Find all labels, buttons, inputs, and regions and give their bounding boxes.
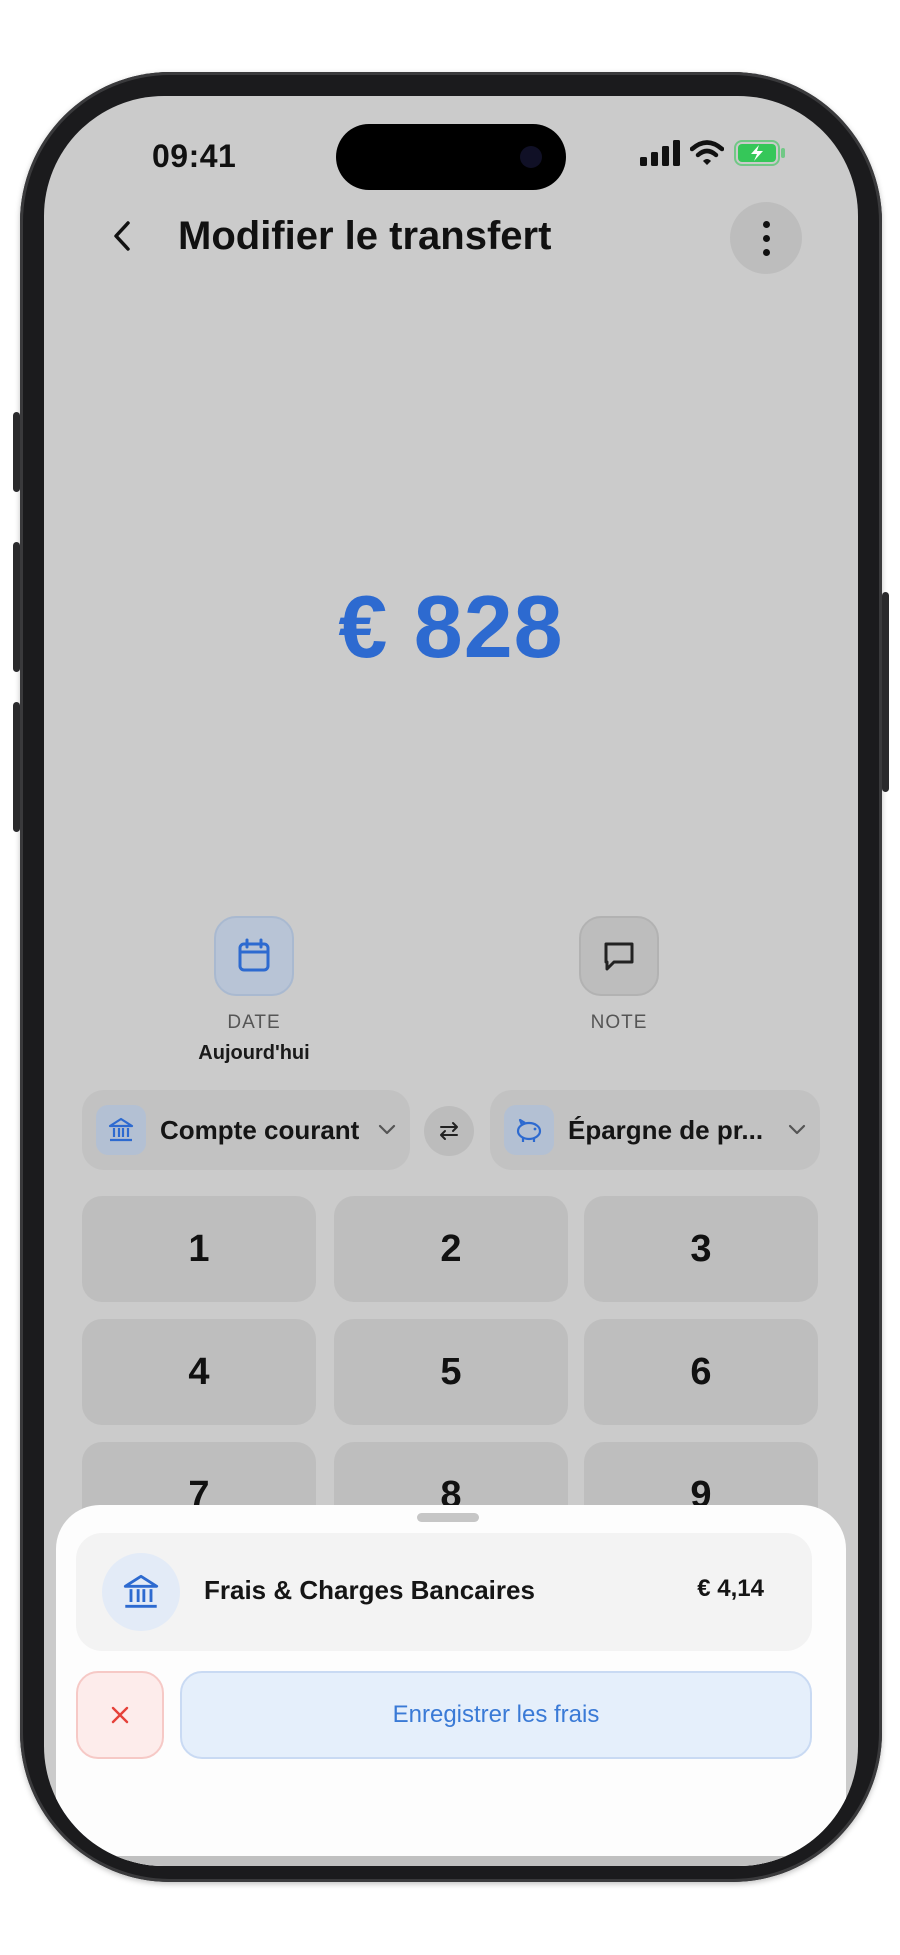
message-square-icon [604,942,634,971]
app-screen: 09:41 Modifier le transfert € 828 DATE A… [44,96,858,1866]
note-action[interactable]: NOTE [539,916,699,1034]
menu-dot [762,234,770,242]
keypad-key-6[interactable]: 6 [584,1319,818,1425]
more-options-button[interactable] [730,202,802,274]
date-value: Aujourd'hui [198,1042,310,1064]
note-label: NOTE [590,1012,648,1033]
dynamic-island [336,124,566,190]
fee-category-card[interactable]: Frais & Charges Bancaires € 4,14 [76,1533,812,1651]
status-time: 09:41 [152,138,237,174]
keypad-key-2[interactable]: 2 [334,1196,568,1302]
swap-arrows-icon [440,1122,458,1140]
status-icons [640,140,786,166]
date-action[interactable]: DATE Aujourd'hui [174,916,334,1065]
chevron-down-icon [378,1124,396,1135]
page-title: Modifier le transfert [178,214,552,258]
cancel-fee-button[interactable] [76,1671,164,1759]
bottom-edge [44,1856,858,1866]
keypad-key-3[interactable]: 3 [584,1196,818,1302]
fee-bottom-sheet: Frais & Charges Bancaires € 4,14 Enregis… [56,1505,846,1866]
from-account-selector[interactable]: Compte courant [82,1090,410,1170]
more-vertical-icon [762,220,770,228]
menu-dot [762,248,770,256]
from-account-name: Compte courant [160,1114,360,1145]
bank-icon [123,1574,159,1608]
fee-icon-wrap [102,1553,180,1631]
to-account-name: Épargne de pr... [568,1114,764,1145]
close-icon [111,1706,129,1724]
sheet-drag-handle[interactable] [417,1513,479,1522]
date-button[interactable] [214,916,294,996]
signal-icon [640,140,680,166]
piggy-bank-icon [516,1118,542,1142]
chevron-left-icon [114,221,130,251]
fee-amount: € 4,14 [697,1575,764,1602]
from-account-icon-wrap [96,1105,146,1155]
swap-accounts-button[interactable] [424,1106,474,1156]
volume-down-button [13,702,20,832]
save-fee-button[interactable]: Enregistrer les frais [180,1671,812,1759]
volume-up-button [13,542,20,672]
to-account-selector[interactable]: Épargne de pr... [490,1090,820,1170]
to-account-icon-wrap [504,1105,554,1155]
transfer-amount[interactable]: € 828 [44,576,858,678]
keypad-key-4[interactable]: 4 [82,1319,316,1425]
wifi-icon [690,140,724,165]
power-button [882,592,889,792]
battery-icon [734,140,785,166]
bank-icon [108,1117,134,1142]
date-label: DATE [227,1012,281,1033]
chevron-down-icon [788,1124,806,1135]
note-button[interactable] [579,916,659,996]
camera-icon [520,146,542,168]
action-button [13,412,20,492]
calendar-icon [238,938,270,972]
fee-category-name: Frais & Charges Bancaires [204,1575,535,1605]
keypad-key-5[interactable]: 5 [334,1319,568,1425]
keypad-key-1[interactable]: 1 [82,1196,316,1302]
back-button[interactable] [100,214,144,258]
